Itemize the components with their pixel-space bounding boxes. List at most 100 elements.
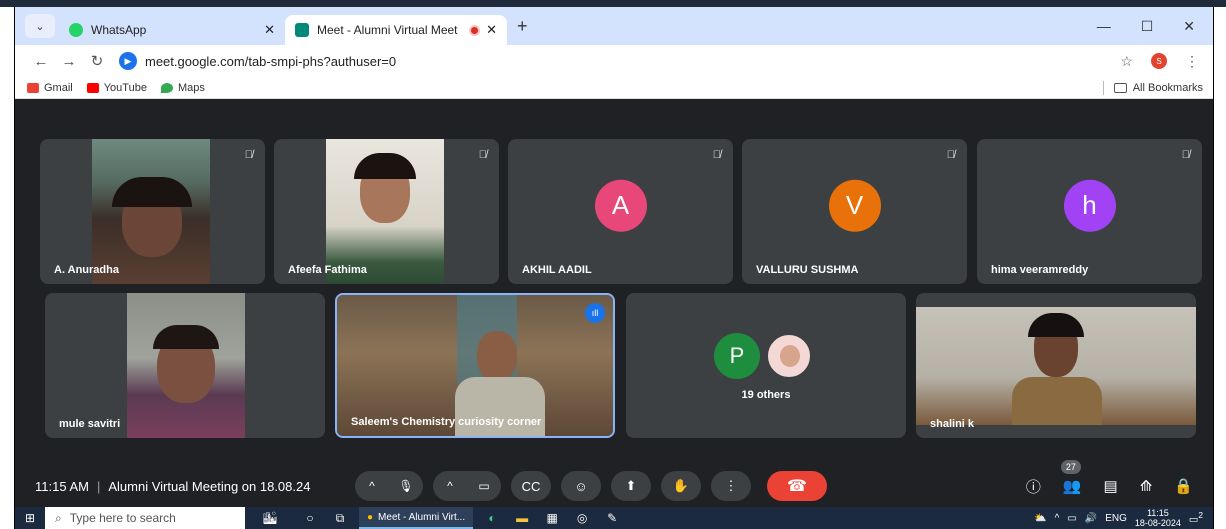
participant-tile[interactable]: 🎙̸ A. Anuradha	[40, 139, 265, 284]
tab-title: Meet - Alumni Virtual Meet	[317, 23, 458, 37]
bookmark-maps[interactable]: Maps	[160, 81, 205, 94]
chevron-up-icon[interactable]: ^	[355, 471, 389, 501]
participant-tile[interactable]: V 🎙̸ VALLURU SUSHMA	[742, 139, 967, 284]
mic-control: ^ 🎙	[355, 471, 423, 501]
present-icon: ⬆	[625, 478, 637, 493]
participant-name: VALLURU SUSHMA	[756, 264, 859, 276]
activities-icon[interactable]: ⟰	[1140, 477, 1153, 495]
bookmark-label: Maps	[177, 81, 205, 94]
camera-icon[interactable]: ▭	[467, 471, 501, 501]
participant-tile[interactable]: shalini k	[916, 293, 1196, 438]
participant-name: shalini k	[930, 418, 975, 430]
file-explorer-icon[interactable]: ▬	[507, 511, 537, 525]
mic-off-icon: 🎙̸	[946, 149, 955, 161]
participant-avatar: V	[828, 179, 881, 232]
profile-avatar[interactable]: S	[1151, 53, 1167, 69]
language-indicator[interactable]: ENG	[1105, 513, 1127, 524]
divider	[1102, 80, 1104, 95]
mic-icon[interactable]: 🎙	[389, 471, 423, 501]
windows-start-icon[interactable]: ⊞	[15, 511, 45, 525]
url-field[interactable]: ▶ meet.google.com/tab-smpi-phs?authuser=…	[119, 48, 1120, 74]
maximize-icon[interactable]: ☐	[1141, 18, 1154, 35]
people-button[interactable]: 27 👥	[1060, 460, 1082, 495]
tab-bar: ⌄ WhatsApp ✕ Meet - Alumni Virtual Meet …	[15, 7, 1213, 45]
forward-icon[interactable]: →	[55, 53, 83, 70]
close-icon[interactable]: ✕	[486, 22, 497, 38]
others-count: 19 others	[741, 389, 791, 401]
star-icon[interactable]: ☆	[1120, 53, 1133, 70]
close-icon[interactable]: ✕	[264, 22, 275, 38]
notification-icon[interactable]: ▭2	[1189, 510, 1203, 525]
recording-icon	[469, 24, 481, 36]
host-controls-icon[interactable]: 🔒	[1174, 477, 1193, 495]
network-icon[interactable]: ▭	[1067, 513, 1076, 524]
emoji-icon: ☺	[574, 478, 588, 494]
participant-video	[127, 293, 245, 438]
maps-icon	[160, 82, 173, 93]
menu-icon[interactable]: ⋮	[1185, 53, 1199, 70]
participant-name: Saleem's Chemistry curiosity corner	[351, 416, 542, 428]
present-button[interactable]: ⬆	[611, 471, 651, 501]
people-icon: 👥	[1062, 478, 1082, 495]
participant-name: A. Anuradha	[54, 264, 119, 276]
participant-tile-speaking[interactable]: ıll Saleem's Chemistry curiosity corner	[335, 293, 615, 438]
url-text: meet.google.com/tab-smpi-phs?authuser=0	[145, 53, 397, 69]
leave-call-button[interactable]: ☎	[767, 471, 827, 501]
participant-tile[interactable]: A 🎙̸ AKHIL AADIL	[508, 139, 733, 284]
gmail-icon	[27, 82, 39, 93]
app-icon[interactable]: ◎	[567, 511, 597, 525]
volume-icon[interactable]: 🔊	[1085, 513, 1097, 524]
mic-off-icon: 🎙̸	[478, 149, 487, 161]
cortana-icon[interactable]: ○	[295, 511, 325, 525]
all-bookmarks-button[interactable]: All Bookmarks	[1102, 80, 1213, 95]
bookmark-gmail[interactable]: Gmail	[27, 82, 73, 94]
youtube-icon	[86, 82, 99, 93]
bookmark-label: YouTube	[103, 81, 147, 94]
minimize-icon[interactable]: —	[1097, 18, 1111, 35]
bookmark-youtube[interactable]: YouTube	[86, 81, 147, 94]
site-info-icon[interactable]: ▶	[119, 52, 137, 70]
bookmarks-bar: Gmail YouTube Maps All Bookmarks	[15, 77, 1213, 99]
tab-meet[interactable]: Meet - Alumni Virtual Meet ✕	[285, 15, 507, 45]
captions-button[interactable]: CC	[511, 471, 551, 501]
meeting-info: 11:15 AM | Alumni Virtual Meeting on 18.08…	[15, 479, 355, 494]
participant-tile[interactable]: mule savitri	[45, 293, 325, 438]
weather-icon[interactable]: ⛅	[1034, 513, 1046, 524]
back-icon[interactable]: ←	[27, 53, 55, 70]
meeting-stage: 🎙̸ A. Anuradha 🎙̸ Afeefa Fathima A 🎙̸ AK…	[15, 99, 1213, 465]
participant-video	[916, 307, 1196, 425]
taskbar-app-meet[interactable]: ● Meet - Alumni Virt...	[359, 507, 474, 529]
raise-hand-button[interactable]: ✋	[661, 471, 701, 501]
app-icon[interactable]: ✎	[597, 511, 627, 525]
store-icon[interactable]: ▦	[537, 511, 567, 525]
tab-whatsapp[interactable]: WhatsApp ✕	[59, 15, 285, 45]
chevron-up-icon[interactable]: ^	[433, 471, 467, 501]
bookmark-label: Gmail	[44, 81, 73, 94]
weather-widget-icon[interactable]: 🏙	[245, 511, 295, 525]
chevron-up-icon[interactable]: ^	[1055, 513, 1060, 524]
participant-tile[interactable]: 🎙̸ Afeefa Fathima	[274, 139, 499, 284]
others-tile[interactable]: P 19 others	[626, 293, 906, 438]
info-icon[interactable]: ⓘ	[1026, 476, 1041, 497]
tab-search-button[interactable]: ⌄	[25, 14, 55, 38]
participant-tile[interactable]: h 🎙̸ hima veeramreddy	[977, 139, 1202, 284]
task-view-icon[interactable]: ⧉	[325, 511, 355, 526]
new-tab-button[interactable]: +	[517, 16, 528, 37]
more-options-button[interactable]: ⋮	[711, 471, 751, 501]
participant-name: Afeefa Fathima	[288, 264, 367, 276]
reload-icon[interactable]: ↻	[83, 52, 111, 70]
divider: |	[96, 478, 101, 494]
taskbar-search[interactable]: ⌕ Type here to search	[45, 507, 245, 529]
participant-avatar: P	[714, 333, 760, 379]
close-window-icon[interactable]: ✕	[1183, 18, 1195, 35]
chat-icon[interactable]: ▤	[1104, 477, 1118, 495]
participant-name: mule savitri	[59, 418, 121, 430]
taskbar-clock[interactable]: 11:15 18-08-2024	[1135, 508, 1181, 528]
edge-icon[interactable]: ◐	[477, 511, 507, 525]
participant-name: AKHIL AADIL	[522, 264, 592, 276]
tab-title: WhatsApp	[91, 23, 147, 37]
emoji-button[interactable]: ☺	[561, 471, 601, 501]
participant-video	[326, 139, 444, 284]
more-icon: ⋮	[724, 478, 738, 493]
whatsapp-icon	[69, 23, 83, 37]
